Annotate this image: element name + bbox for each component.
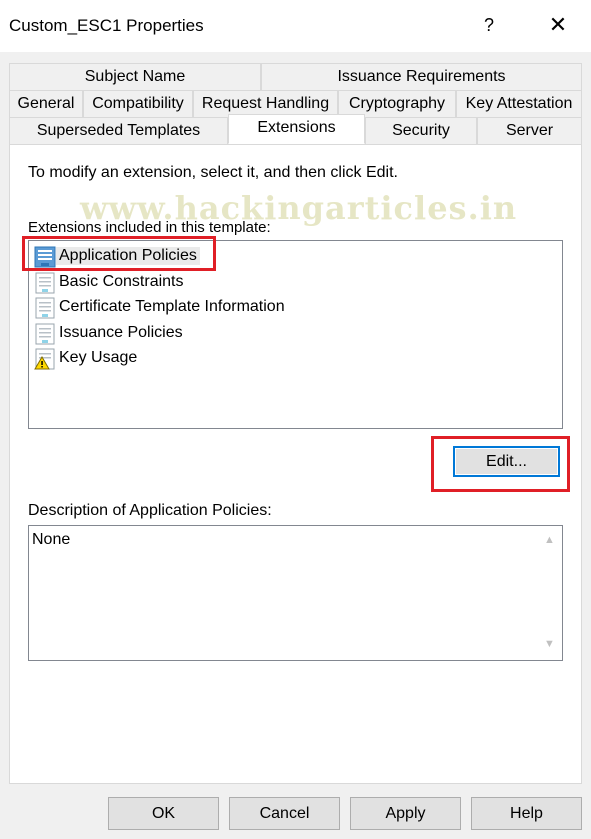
extensions-label: Extensions included in this template: (28, 219, 271, 236)
list-item-certificate-template-information[interactable]: Certificate Template Information (32, 296, 552, 320)
close-icon[interactable]: ✕ (543, 10, 573, 40)
help-button[interactable]: Help (471, 797, 582, 830)
tab-issuance-requirements[interactable]: Issuance Requirements (261, 63, 582, 90)
tab-request-handling[interactable]: Request Handling (193, 90, 338, 117)
list-item-label: Certificate Template Information (59, 298, 285, 315)
tab-subject-name[interactable]: Subject Name (9, 63, 261, 90)
list-item-label: Key Usage (59, 349, 138, 366)
title-bar: Custom_ESC1 Properties ? ✕ (0, 0, 591, 52)
tab-superseded-templates[interactable]: Superseded Templates (9, 117, 228, 144)
scroll-down-icon[interactable]: ▼ (544, 638, 555, 650)
instructions-text: To modify an extension, select it, and t… (28, 164, 398, 181)
tab-extensions[interactable]: Extensions (228, 114, 365, 144)
help-icon[interactable]: ? (474, 10, 504, 40)
description-value: None (32, 531, 71, 548)
highlight-edit-button (431, 436, 570, 492)
tab-compatibility[interactable]: Compatibility (83, 90, 193, 117)
tab-general[interactable]: General (9, 90, 83, 117)
certificate-icon (34, 297, 56, 319)
cancel-button[interactable]: Cancel (229, 797, 340, 830)
tab-server[interactable]: Server (477, 117, 582, 144)
apply-button[interactable]: Apply (350, 797, 461, 830)
ok-button[interactable]: OK (108, 797, 219, 830)
description-textbox[interactable]: None ▲ ▼ (28, 525, 563, 661)
tab-key-attestation[interactable]: Key Attestation (456, 90, 582, 117)
tab-security[interactable]: Security (365, 117, 477, 144)
list-item-basic-constraints[interactable]: Basic Constraints (32, 271, 552, 295)
tab-cryptography[interactable]: Cryptography (338, 90, 456, 117)
description-scrollbar[interactable]: ▲ ▼ (540, 526, 562, 660)
list-item-issuance-policies[interactable]: Issuance Policies (32, 322, 552, 346)
list-item-label: Basic Constraints (59, 273, 184, 290)
certificate-icon (34, 272, 56, 294)
list-item-label: Issuance Policies (59, 324, 183, 341)
window-title: Custom_ESC1 Properties (9, 16, 204, 35)
description-label: Description of Application Policies: (28, 502, 272, 519)
scroll-up-icon[interactable]: ▲ (544, 534, 555, 546)
list-item-key-usage[interactable]: Key Usage (32, 347, 552, 371)
certificate-icon (34, 323, 56, 345)
certificate-warning-icon (34, 348, 56, 370)
highlight-application-policies (22, 236, 216, 271)
